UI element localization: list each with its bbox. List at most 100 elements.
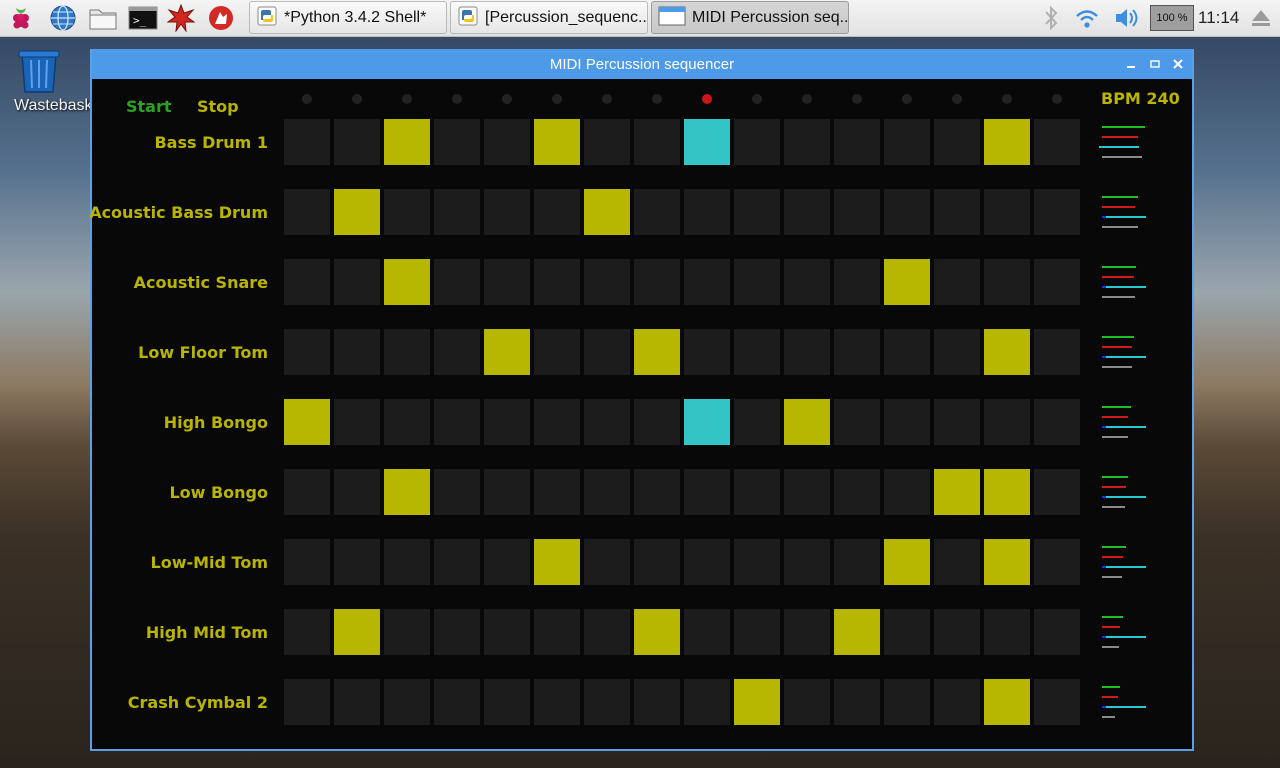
step-cell[interactable] bbox=[884, 679, 930, 725]
step-cell[interactable] bbox=[884, 119, 930, 165]
start-button[interactable]: Start bbox=[126, 97, 172, 116]
step-cell[interactable] bbox=[534, 329, 580, 375]
step-cell[interactable] bbox=[784, 399, 830, 445]
step-cell[interactable] bbox=[534, 609, 580, 655]
task-midi-sequencer[interactable]: MIDI Percussion seq... bbox=[651, 1, 849, 34]
step-cell[interactable] bbox=[384, 189, 430, 235]
web-browser-icon[interactable] bbox=[48, 3, 78, 33]
step-cell[interactable] bbox=[284, 189, 330, 235]
step-cell[interactable] bbox=[334, 469, 380, 515]
step-cell[interactable] bbox=[334, 329, 380, 375]
step-cell[interactable] bbox=[784, 329, 830, 375]
step-cell[interactable] bbox=[634, 399, 680, 445]
step-cell[interactable] bbox=[584, 539, 630, 585]
step-cell[interactable] bbox=[384, 119, 430, 165]
step-cell[interactable] bbox=[534, 679, 580, 725]
step-cell[interactable] bbox=[634, 119, 680, 165]
step-cell[interactable] bbox=[534, 469, 580, 515]
step-cell[interactable] bbox=[634, 609, 680, 655]
step-cell[interactable] bbox=[434, 539, 480, 585]
step-cell[interactable] bbox=[634, 469, 680, 515]
step-cell[interactable] bbox=[884, 329, 930, 375]
step-cell[interactable] bbox=[1034, 119, 1080, 165]
step-cell[interactable] bbox=[334, 609, 380, 655]
step-cell[interactable] bbox=[484, 329, 530, 375]
window-titlebar[interactable]: MIDI Percussion sequencer bbox=[92, 49, 1192, 79]
step-cell[interactable] bbox=[684, 329, 730, 375]
step-cell[interactable] bbox=[584, 609, 630, 655]
step-cell[interactable] bbox=[634, 539, 680, 585]
step-cell[interactable] bbox=[584, 679, 630, 725]
step-cell[interactable] bbox=[984, 469, 1030, 515]
step-cell[interactable] bbox=[784, 679, 830, 725]
step-cell[interactable] bbox=[984, 399, 1030, 445]
step-cell[interactable] bbox=[434, 469, 480, 515]
step-cell[interactable] bbox=[984, 259, 1030, 305]
step-cell[interactable] bbox=[334, 119, 380, 165]
volume-icon[interactable] bbox=[1112, 3, 1142, 33]
step-cell[interactable] bbox=[584, 119, 630, 165]
step-cell[interactable] bbox=[834, 469, 880, 515]
step-cell[interactable] bbox=[834, 119, 880, 165]
step-cell[interactable] bbox=[384, 399, 430, 445]
step-cell[interactable] bbox=[734, 189, 780, 235]
step-cell[interactable] bbox=[434, 119, 480, 165]
step-cell[interactable] bbox=[434, 329, 480, 375]
step-cell[interactable] bbox=[484, 609, 530, 655]
step-cell[interactable] bbox=[434, 189, 480, 235]
step-cell[interactable] bbox=[984, 679, 1030, 725]
step-cell[interactable] bbox=[1034, 679, 1080, 725]
step-cell[interactable] bbox=[734, 329, 780, 375]
step-cell[interactable] bbox=[634, 259, 680, 305]
step-cell[interactable] bbox=[934, 679, 980, 725]
maximize-button[interactable] bbox=[1146, 55, 1164, 73]
step-cell[interactable] bbox=[934, 189, 980, 235]
step-cell[interactable] bbox=[834, 679, 880, 725]
step-cell[interactable] bbox=[684, 189, 730, 235]
step-cell[interactable] bbox=[284, 399, 330, 445]
step-cell[interactable] bbox=[884, 399, 930, 445]
step-cell[interactable] bbox=[934, 539, 980, 585]
step-cell[interactable] bbox=[734, 399, 780, 445]
step-cell[interactable] bbox=[484, 259, 530, 305]
step-cell[interactable] bbox=[484, 469, 530, 515]
step-cell[interactable] bbox=[784, 189, 830, 235]
step-cell[interactable] bbox=[734, 539, 780, 585]
step-cell[interactable] bbox=[684, 539, 730, 585]
step-cell[interactable] bbox=[384, 679, 430, 725]
step-cell[interactable] bbox=[484, 539, 530, 585]
stop-button[interactable]: Stop bbox=[197, 97, 239, 116]
task-percussion-editor[interactable]: [Percussion_sequenc... bbox=[450, 1, 648, 34]
step-cell[interactable] bbox=[534, 259, 580, 305]
step-cell[interactable] bbox=[684, 469, 730, 515]
step-cell[interactable] bbox=[984, 609, 1030, 655]
step-cell[interactable] bbox=[784, 119, 830, 165]
step-cell[interactable] bbox=[934, 329, 980, 375]
step-cell[interactable] bbox=[284, 679, 330, 725]
step-cell[interactable] bbox=[484, 189, 530, 235]
step-cell[interactable] bbox=[1034, 259, 1080, 305]
step-cell[interactable] bbox=[284, 259, 330, 305]
step-cell[interactable] bbox=[834, 329, 880, 375]
step-cell[interactable] bbox=[1034, 189, 1080, 235]
step-cell[interactable] bbox=[384, 329, 430, 375]
step-cell[interactable] bbox=[434, 259, 480, 305]
step-cell[interactable] bbox=[884, 609, 930, 655]
step-cell[interactable] bbox=[384, 609, 430, 655]
step-cell[interactable] bbox=[784, 539, 830, 585]
step-cell[interactable] bbox=[434, 679, 480, 725]
step-cell[interactable] bbox=[484, 399, 530, 445]
step-cell[interactable] bbox=[834, 259, 880, 305]
step-cell[interactable] bbox=[934, 399, 980, 445]
step-cell[interactable] bbox=[634, 189, 680, 235]
step-cell[interactable] bbox=[934, 259, 980, 305]
raspberry-menu-icon[interactable] bbox=[6, 3, 36, 33]
wifi-icon[interactable] bbox=[1072, 3, 1102, 33]
step-cell[interactable] bbox=[734, 609, 780, 655]
step-cell[interactable] bbox=[1034, 609, 1080, 655]
step-cell[interactable] bbox=[784, 609, 830, 655]
step-cell[interactable] bbox=[1034, 399, 1080, 445]
minimize-button[interactable] bbox=[1122, 55, 1140, 73]
step-cell[interactable] bbox=[934, 469, 980, 515]
step-cell[interactable] bbox=[634, 679, 680, 725]
